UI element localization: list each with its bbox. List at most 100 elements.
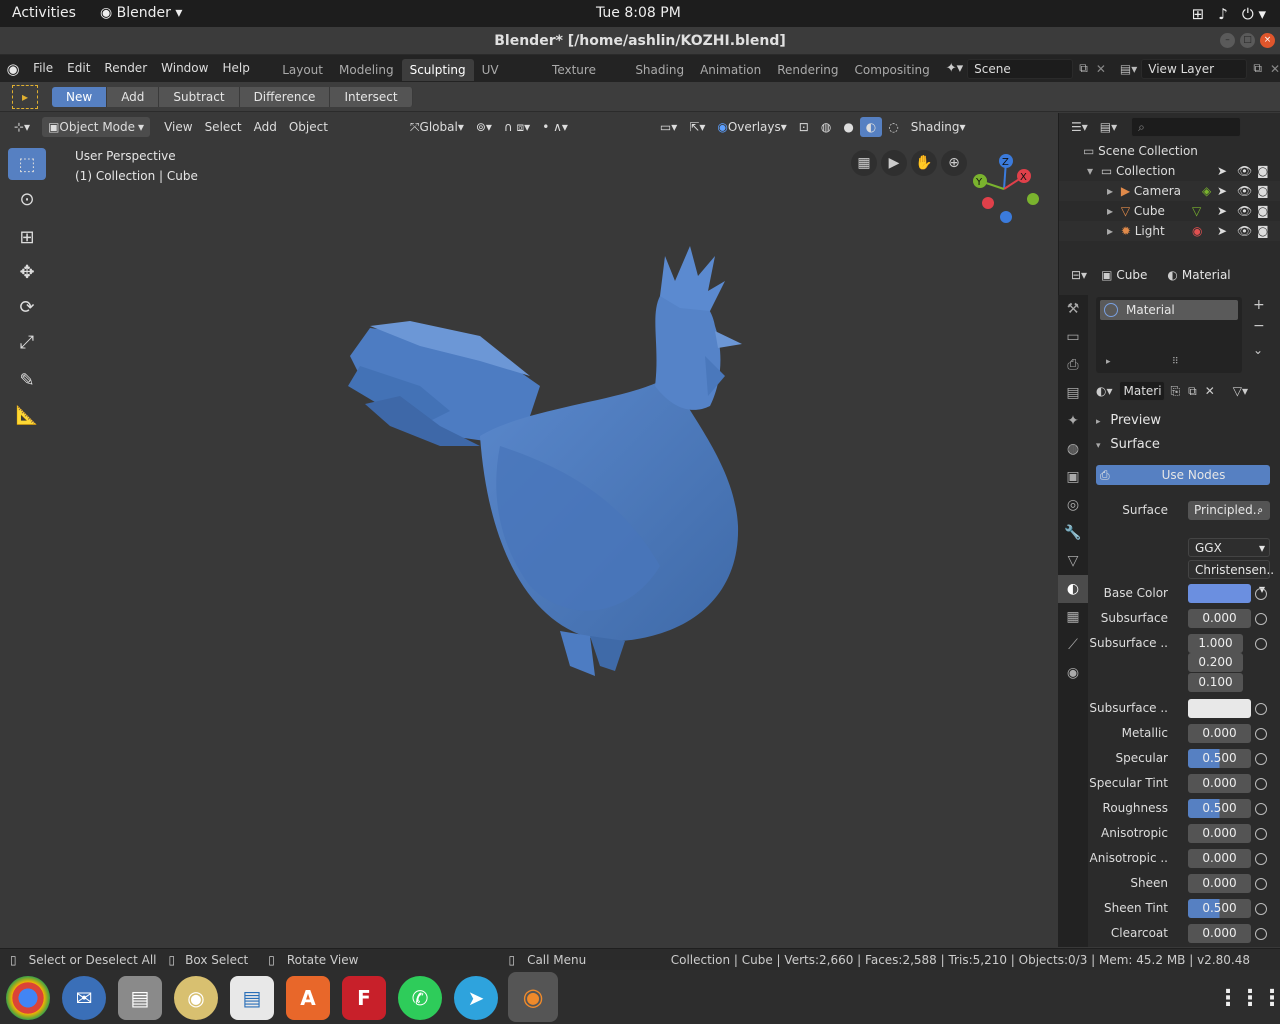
fake-user-icon[interactable]: ⎘ [1171, 384, 1181, 399]
editor-type-icon[interactable]: ⊟▾ [1071, 268, 1087, 282]
selectable-icon[interactable]: ➤ [1217, 221, 1227, 241]
tab-scene-icon[interactable]: ✦ [1058, 407, 1088, 435]
new-view-layer-icon[interactable]: ⧉ [1253, 61, 1262, 76]
tab-output-icon[interactable]: ⎙ [1058, 351, 1088, 379]
menu-window[interactable]: Window [154, 55, 215, 82]
camera-view-icon[interactable]: ▶ [881, 150, 907, 176]
tab-shading[interactable]: Shading [627, 59, 692, 81]
files-icon[interactable]: ▤ [118, 976, 162, 1020]
tab-object-icon[interactable]: ▣ [1058, 463, 1088, 491]
scale-tool-icon[interactable]: ⤢ [8, 326, 46, 358]
blender-logo-icon[interactable]: ◉ [0, 60, 26, 78]
thunderbird-icon[interactable]: ✉ [62, 976, 106, 1020]
mode-add-button[interactable]: Add [107, 86, 160, 107]
anisotropic-value[interactable]: 0.000 [1188, 824, 1251, 843]
remove-slot-icon[interactable]: − [1253, 318, 1265, 334]
tab-render-icon[interactable]: ▭ [1058, 323, 1088, 351]
mode-new-button[interactable]: New [52, 86, 108, 107]
xray-icon[interactable]: ⊡ [793, 117, 815, 137]
chicken-mesh-object[interactable] [330, 236, 770, 676]
add-slot-icon[interactable]: + [1253, 297, 1265, 313]
proportional-edit-icon[interactable]: • ∧▾ [536, 117, 574, 137]
pan-hand-icon[interactable]: ✋ [911, 150, 937, 176]
mode-difference-button[interactable]: Difference [239, 86, 331, 107]
outliner-collection[interactable]: ▾ ▭ Collection ➤ 👁 ◙ [1059, 161, 1280, 181]
link-socket-icon[interactable] [1255, 878, 1267, 890]
gizmo-icon[interactable]: ⇱▾ [683, 117, 711, 137]
foxit-icon[interactable]: F [342, 976, 386, 1020]
annotate-tool-icon[interactable]: ✎ [8, 364, 46, 396]
menu-select[interactable]: Select [199, 117, 248, 137]
selectable-icon[interactable]: ➤ [1217, 161, 1227, 181]
render-camera-icon[interactable]: ◙ [1257, 201, 1269, 221]
material-slot-item[interactable]: Material [1100, 300, 1238, 320]
view-layer-icon[interactable]: ▤▾ [1120, 62, 1137, 76]
select-box-tool-icon[interactable]: ⬚ [8, 148, 46, 180]
telegram-icon[interactable]: ➤ [454, 976, 498, 1020]
use-nodes-button[interactable]: ⎙ Use Nodes [1096, 465, 1270, 485]
tab-modifier-icon[interactable]: 🔧 [1058, 519, 1088, 547]
system-tray[interactable]: ⊞ ♪ ⏻ ▾ [1192, 5, 1266, 23]
shading-dropdown[interactable]: Shading ▾ [905, 117, 972, 137]
overlays-dropdown[interactable]: ◉ Overlays ▾ [711, 117, 792, 137]
subsurface-color-swatch[interactable] [1188, 699, 1251, 718]
menu-file[interactable]: File [26, 55, 60, 82]
roughness-value[interactable]: 0.500 [1188, 799, 1251, 818]
clock[interactable]: Tue 8:08 PM [596, 5, 681, 21]
maximize-button[interactable]: □ [1240, 33, 1255, 48]
link-socket-icon[interactable] [1255, 728, 1267, 740]
chrome-icon[interactable] [6, 976, 50, 1020]
tab-sculpting[interactable]: Sculpting [401, 59, 474, 81]
close-button[interactable]: × [1260, 33, 1275, 48]
mode-intersect-button[interactable]: Intersect [330, 86, 413, 107]
new-scene-icon[interactable]: ⧉ [1079, 61, 1088, 76]
tab-animation[interactable]: Animation [692, 59, 769, 81]
activities-button[interactable]: Activities [12, 5, 76, 21]
cursor-tool-icon[interactable]: ⊙ [8, 183, 46, 215]
duplicate-material-icon[interactable]: ⧉ [1188, 384, 1197, 399]
subsurface-radius-y[interactable]: 0.200 [1188, 653, 1243, 672]
show-applications-icon[interactable]: ⋮⋮⋮ [1217, 976, 1280, 1020]
specular-tint-value[interactable]: 0.000 [1188, 774, 1251, 793]
preview-section-header[interactable]: ▸ Preview [1096, 413, 1161, 428]
delete-scene-icon[interactable]: ✕ [1096, 62, 1106, 76]
browse-material-icon[interactable]: ◐▾ [1096, 384, 1113, 398]
sheen-tint-value[interactable]: 0.500 [1188, 899, 1251, 918]
move-tool-icon[interactable]: ✥ [8, 256, 46, 288]
subsurface-method-dropdown[interactable]: Christensen.. ▾ [1188, 560, 1274, 596]
menu-edit[interactable]: Edit [60, 55, 97, 82]
surface-shader-field[interactable]: Principled.. ∘ [1188, 501, 1270, 520]
scene-icon[interactable]: ✦▾ [946, 61, 963, 76]
object-mode-dropdown[interactable]: ▣ Object Mode ▾ [42, 117, 151, 137]
menu-render[interactable]: Render [97, 55, 154, 82]
rhythmbox-icon[interactable]: ◉ [174, 976, 218, 1020]
menu-add[interactable]: Add [248, 117, 283, 137]
delete-view-layer-icon[interactable]: ✕ [1270, 62, 1280, 76]
slot-specials-icon[interactable]: ⌄ [1253, 343, 1263, 357]
software-center-icon[interactable]: A [286, 976, 330, 1020]
whatsapp-icon[interactable]: ✆ [398, 976, 442, 1020]
tab-texture-paint[interactable]: Texture Paint [544, 59, 627, 99]
outliner-item-camera[interactable]: ▸ ▶ Camera ◈ ➤ 👁 ◙ [1059, 181, 1280, 201]
link-socket-icon[interactable] [1255, 903, 1267, 915]
link-socket-icon[interactable] [1255, 588, 1267, 600]
menu-help[interactable]: Help [215, 55, 256, 82]
link-socket-icon[interactable] [1255, 778, 1267, 790]
expand-arrow-icon[interactable]: ▸ [1107, 184, 1113, 198]
metallic-value[interactable]: 0.000 [1188, 724, 1251, 743]
link-socket-icon[interactable] [1255, 638, 1267, 650]
distribution-dropdown[interactable]: GGX ▾ [1188, 538, 1270, 557]
transform-tool-icon[interactable]: ⊞ [8, 221, 46, 253]
solid-shading-icon[interactable]: ● [837, 117, 859, 137]
pivot-icon[interactable]: ⊚▾ [470, 117, 498, 137]
mode-subtract-button[interactable]: Subtract [159, 86, 240, 107]
anisotropic-rotation-value[interactable]: 0.000 [1188, 849, 1251, 868]
tab-layout[interactable]: Layout [274, 59, 331, 81]
select-box-tool-icon[interactable]: ▸ [12, 84, 38, 109]
surface-section-header[interactable]: ▾ Surface [1096, 437, 1160, 452]
selectable-icon[interactable]: ➤ [1217, 201, 1227, 221]
writer-icon[interactable]: ▤ [230, 976, 274, 1020]
outliner-search-input[interactable]: ⌕ [1131, 116, 1242, 137]
measure-tool-icon[interactable]: 📐 [8, 399, 46, 431]
clearcoat-value[interactable]: 0.000 [1188, 924, 1251, 943]
